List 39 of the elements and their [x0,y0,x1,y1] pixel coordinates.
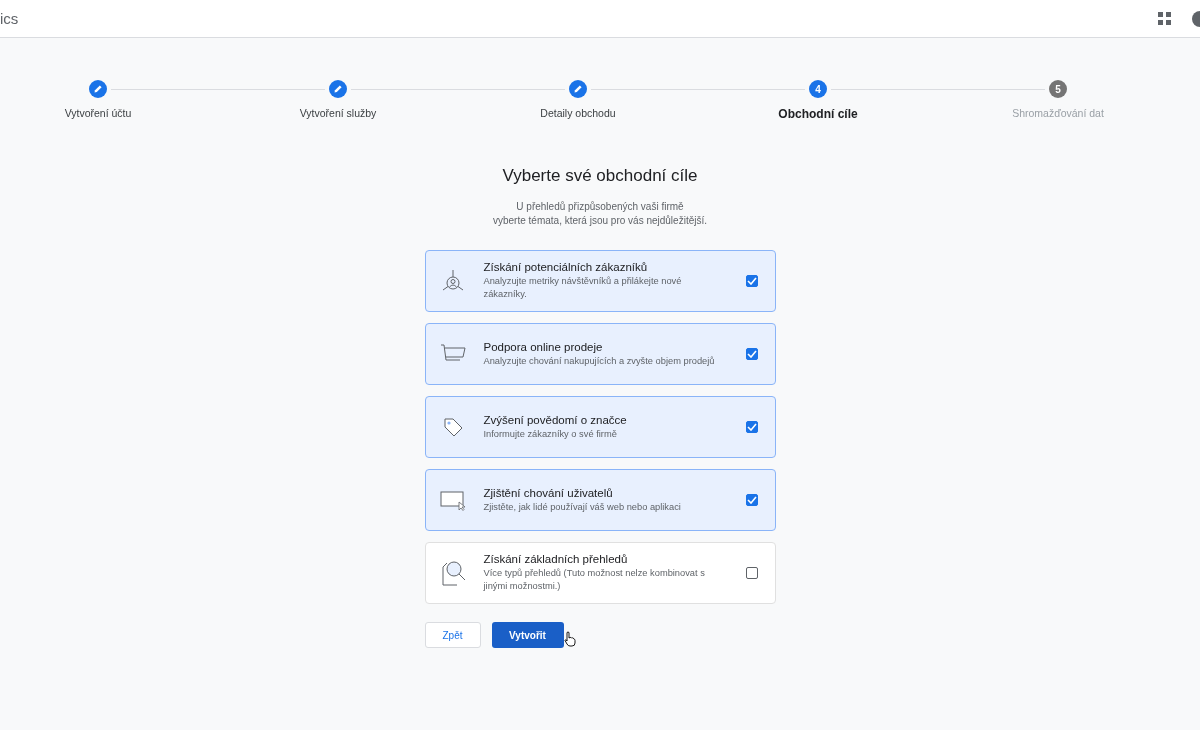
checkbox[interactable] [745,348,758,360]
hand-cursor-icon [563,631,576,647]
app-title: ics [0,10,19,27]
step-number: 5 [1049,80,1067,98]
step-label[interactable]: Detaily obchodu [540,107,616,119]
checkbox[interactable] [745,421,758,433]
subtitle-text: vyberte témata, která jsou pro vás nejdůležitější. [493,214,707,228]
step-label[interactable]: Obchodní cíle [778,107,858,121]
goal-description: Více typů přehledů (Tuto možnost nelze kombinovat s jinými možnostmi.) [483,567,706,593]
goal-title: Získání základních přehledů [483,553,629,565]
step-label[interactable]: Vytvoření účtu [64,107,132,119]
goal-option[interactable]: Získání potenciálních zákazníků Analyzujte metriky návštěvníků a přilákejte nové zákazníky. [424,250,776,312]
goal-title: Podpora online prodeje [483,340,604,353]
goal-title: Získání potenciálních zákazníků [483,261,649,273]
goal-description: Analyzujte chování nakupujících a zvyšte objem prodejů [483,354,716,368]
document-search-icon [439,559,468,587]
apps-grid-icon[interactable] [1158,12,1171,25]
step-number: 4 [809,80,827,98]
goal-title: Zjištění chování uživatelů [483,486,614,499]
goal-description: Zjistěte, jak lidé používají váš web nebo aplikaci [483,500,682,514]
subtitle-text: U přehledů přizpůsobených vaši firmě [516,200,684,214]
screen-cursor-icon [439,489,468,511]
checkbox[interactable] [745,275,758,287]
goal-option[interactable]: Zjištění chování uživatelů Zjistěte, jak lidé používají váš web nebo aplikaci [424,469,776,531]
checkbox[interactable] [745,567,758,579]
create-button[interactable]: Vytvořit [491,622,564,648]
step-label[interactable]: Vytvoření služby [299,107,377,119]
goal-description: Analyzujte metriky návštěvníků a přilákejte nové zákazníky. [483,275,683,301]
goal-title: Zvýšení povědomí o značce [483,413,628,426]
back-button[interactable]: Zpět [424,622,481,648]
checkbox[interactable] [745,494,758,506]
step-edit-icon[interactable] [329,80,347,98]
goal-option[interactable]: Zvýšení povědomí o značce Informujte zákazníky o své firmě [424,396,776,458]
step-edit-icon[interactable] [89,80,107,98]
goal-option[interactable]: Získání základních přehledů Více typů přehledů (Tuto možnost nelze kombinovat s jinými možnostmi.) [424,542,776,604]
page-heading: Vyberte své obchodní cíle [502,166,698,186]
goal-description: Informujte zákazníky o své firmě [483,427,618,441]
goal-option[interactable]: Podpora online prodeje Analyzujte chování nakupujících a zvyšte objem prodejů [424,323,776,385]
step-edit-icon[interactable] [569,80,587,98]
